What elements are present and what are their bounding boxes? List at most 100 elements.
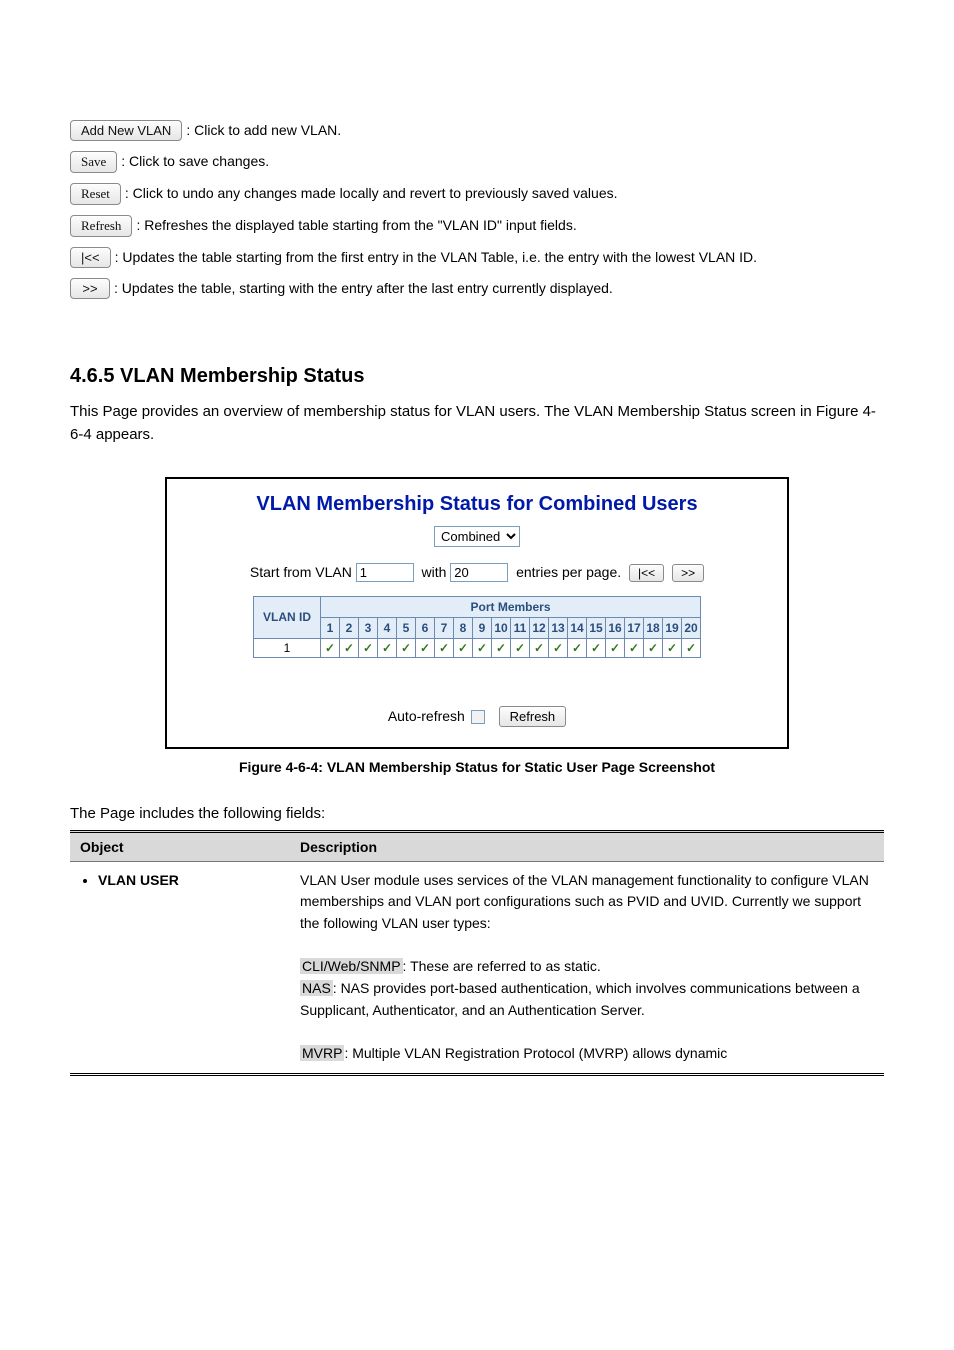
port-member-cell: ✓: [359, 638, 378, 657]
section-heading: 4.6.5 VLAN Membership Status: [70, 365, 884, 388]
description-cell: VLAN User module uses services of the VL…: [290, 861, 884, 1074]
vlan-id-header: VLAN ID: [254, 596, 321, 638]
check-icon: ✓: [420, 641, 430, 655]
port-header: 8: [454, 617, 473, 638]
check-icon: ✓: [534, 641, 544, 655]
port-header: 7: [435, 617, 454, 638]
check-icon: ✓: [496, 641, 506, 655]
check-icon: ✓: [553, 641, 563, 655]
port-header: 16: [606, 617, 625, 638]
port-member-cell: ✓: [568, 638, 587, 657]
port-member-cell: ✓: [321, 638, 340, 657]
port-member-cell: ✓: [549, 638, 568, 657]
figure-refresh-button[interactable]: Refresh: [499, 706, 567, 727]
check-icon: ✓: [363, 641, 373, 655]
check-icon: ✓: [610, 641, 620, 655]
with-label: with: [422, 564, 447, 580]
port-members-header: Port Members: [321, 596, 701, 617]
port-header: 12: [530, 617, 549, 638]
first-page-desc: : Updates the table starting from the fi…: [115, 249, 758, 265]
port-header: 19: [663, 617, 682, 638]
port-member-cell: ✓: [416, 638, 435, 657]
port-header: 5: [397, 617, 416, 638]
check-icon: ✓: [572, 641, 582, 655]
user-select[interactable]: Combined: [434, 526, 520, 547]
figure-first-button[interactable]: |<<: [629, 564, 664, 582]
add-new-vlan-button[interactable]: Add New VLAN: [70, 120, 182, 141]
port-member-cell: ✓: [682, 638, 701, 657]
cli-web-snmp-label: CLI/Web/SNMP: [300, 958, 403, 974]
check-icon: ✓: [325, 641, 335, 655]
description-table: Object Description VLAN USER VLAN User m…: [70, 830, 884, 1076]
entries-per-page-label: entries per page.: [516, 564, 621, 580]
port-member-cell: ✓: [435, 638, 454, 657]
port-member-cell: ✓: [492, 638, 511, 657]
port-member-cell: ✓: [606, 638, 625, 657]
port-member-cell: ✓: [530, 638, 549, 657]
check-icon: ✓: [667, 641, 677, 655]
check-icon: ✓: [686, 641, 696, 655]
check-icon: ✓: [648, 641, 658, 655]
start-from-vlan-input[interactable]: [356, 563, 414, 582]
port-member-cell: ✓: [473, 638, 492, 657]
check-icon: ✓: [439, 641, 449, 655]
entries-per-page-input[interactable]: [450, 563, 508, 582]
check-icon: ✓: [458, 641, 468, 655]
port-member-cell: ✓: [340, 638, 359, 657]
figure-frame: VLAN Membership Status for Combined User…: [165, 477, 789, 749]
auto-refresh-label: Auto-refresh: [388, 708, 465, 724]
port-member-cell: ✓: [378, 638, 397, 657]
membership-table: VLAN ID Port Members 1234567891011121314…: [253, 596, 701, 658]
mvrp-label: MVRP: [300, 1045, 344, 1061]
section-body: This Page provides an overview of member…: [70, 400, 884, 447]
add-new-vlan-desc: : Click to add new VLAN.: [186, 122, 341, 138]
port-header: 10: [492, 617, 511, 638]
save-desc: : Click to save changes.: [121, 153, 269, 169]
port-header: 6: [416, 617, 435, 638]
check-icon: ✓: [629, 641, 639, 655]
first-page-button[interactable]: |<<: [70, 247, 111, 268]
reset-button[interactable]: Reset: [70, 183, 121, 205]
desc-intro: The Page includes the following fields:: [70, 805, 884, 822]
start-from-label: Start from VLAN: [250, 564, 352, 580]
port-member-cell: ✓: [587, 638, 606, 657]
port-header: 3: [359, 617, 378, 638]
reset-desc: : Click to undo any changes made locally…: [125, 185, 618, 201]
check-icon: ✓: [591, 641, 601, 655]
save-button[interactable]: Save: [70, 151, 117, 173]
port-header: 4: [378, 617, 397, 638]
next-page-desc: : Updates the table, starting with the e…: [114, 280, 613, 296]
vlan-id-cell: 1: [254, 638, 321, 657]
port-member-cell: ✓: [625, 638, 644, 657]
port-member-cell: ✓: [511, 638, 530, 657]
object-header: Object: [70, 831, 290, 861]
refresh-button[interactable]: Refresh: [70, 215, 132, 237]
refresh-desc: : Refreshes the displayed table starting…: [136, 217, 576, 233]
check-icon: ✓: [401, 641, 411, 655]
port-member-cell: ✓: [663, 638, 682, 657]
port-header: 2: [340, 617, 359, 638]
port-member-cell: ✓: [644, 638, 663, 657]
object-vlan-user: VLAN USER: [98, 870, 280, 892]
port-header: 17: [625, 617, 644, 638]
auto-refresh-checkbox[interactable]: [471, 710, 485, 724]
port-header: 14: [568, 617, 587, 638]
figure-title: VLAN Membership Status for Combined User…: [177, 493, 777, 516]
port-header: 15: [587, 617, 606, 638]
check-icon: ✓: [477, 641, 487, 655]
description-header: Description: [290, 831, 884, 861]
port-member-cell: ✓: [454, 638, 473, 657]
figure-caption: Figure 4-6-4: VLAN Membership Status for…: [70, 759, 884, 775]
check-icon: ✓: [344, 641, 354, 655]
figure-next-button[interactable]: >>: [672, 564, 704, 582]
nas-label: NAS: [300, 980, 333, 996]
check-icon: ✓: [515, 641, 525, 655]
next-page-button[interactable]: >>: [70, 278, 110, 299]
port-header: 11: [511, 617, 530, 638]
port-member-cell: ✓: [397, 638, 416, 657]
port-header: 13: [549, 617, 568, 638]
port-header: 20: [682, 617, 701, 638]
port-header: 9: [473, 617, 492, 638]
port-header: 1: [321, 617, 340, 638]
port-header: 18: [644, 617, 663, 638]
